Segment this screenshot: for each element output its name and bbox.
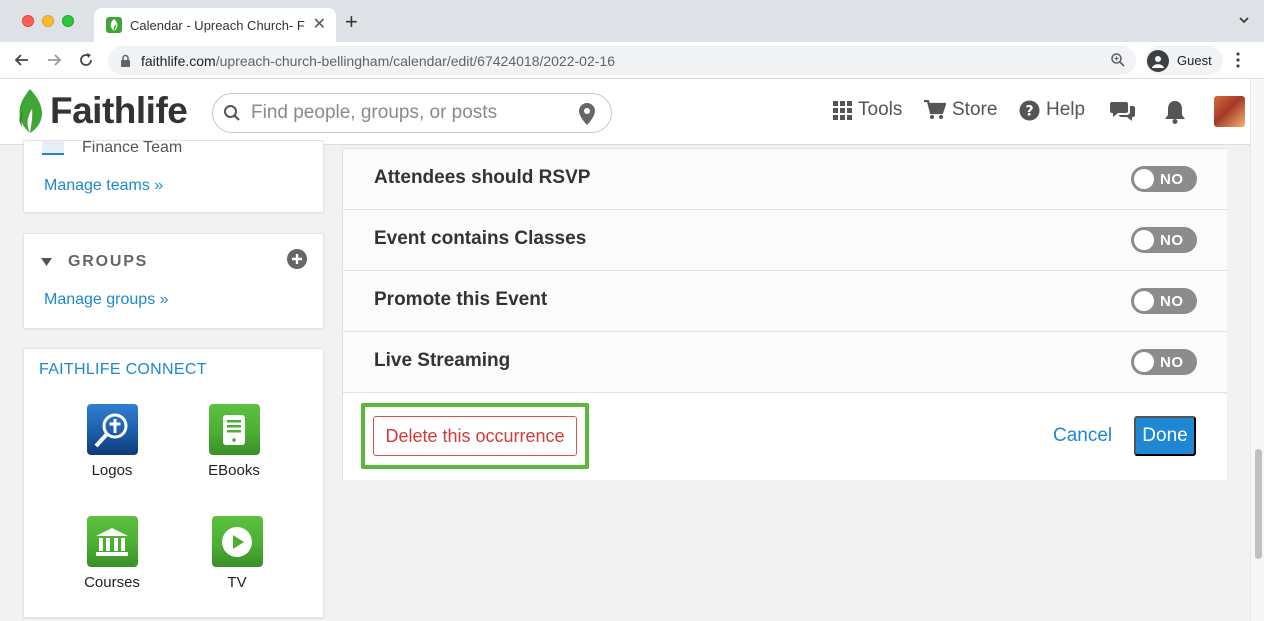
browser-tab-active[interactable]: Calendar - Upreach Church- Fa ✕	[94, 8, 336, 42]
app-courses[interactable]: Courses	[57, 516, 167, 591]
collapse-triangle-icon	[41, 258, 52, 266]
page-scrollbar[interactable]	[1250, 79, 1264, 621]
url-text: faithlife.com/upreach-church-bellingham/…	[141, 52, 615, 69]
ebooks-icon	[208, 404, 260, 455]
cart-icon	[924, 100, 946, 119]
reload-icon[interactable]	[77, 51, 95, 69]
cancel-button[interactable]: Cancel	[1053, 425, 1112, 447]
setting-label: Attendees should RSVP	[374, 167, 591, 188]
setting-row-live-streaming: Live Streaming NO	[343, 332, 1227, 393]
event-settings-panel: Attendees should RSVP NO Event contains …	[342, 148, 1227, 480]
forward-arrow-icon[interactable]	[45, 51, 63, 69]
groups-header[interactable]: GROUPS	[41, 253, 148, 271]
setting-row-promote: Promote this Event NO	[343, 271, 1227, 332]
app-logos[interactable]: Logos	[57, 404, 167, 479]
nav-store-label: Store	[952, 99, 998, 120]
new-tab-button[interactable]: +	[345, 11, 358, 33]
app-label: EBooks	[208, 462, 260, 479]
svg-text:?: ?	[1025, 103, 1033, 119]
site-header: Faithlife Tools Store ? Help	[0, 79, 1250, 145]
promote-toggle[interactable]: NO	[1131, 288, 1197, 314]
back-arrow-icon[interactable]	[13, 51, 31, 69]
location-pin-icon[interactable]	[579, 103, 595, 125]
toggle-state: NO	[1160, 231, 1184, 249]
panel-footer: Delete this occurrence Cancel Done	[343, 394, 1227, 480]
window-close-button[interactable]	[22, 15, 34, 27]
window-maximize-button[interactable]	[62, 15, 74, 27]
manage-teams-link[interactable]: Manage teams »	[44, 177, 163, 195]
toggle-state: NO	[1160, 292, 1184, 310]
logo-wordmark: Faithlife	[50, 90, 188, 131]
connect-title: FAITHLIFE CONNECT	[39, 361, 207, 378]
messages-icon[interactable]	[1110, 100, 1135, 123]
team-icon	[42, 141, 64, 155]
browser-menu-icon[interactable]	[1236, 52, 1240, 68]
faithlife-favicon-icon	[106, 17, 122, 33]
tab-title: Calendar - Upreach Church- Fa	[130, 17, 305, 33]
live-streaming-toggle[interactable]: NO	[1131, 349, 1197, 375]
setting-label: Event contains Classes	[374, 228, 587, 249]
profile-button[interactable]: Guest	[1145, 46, 1223, 75]
setting-label: Live Streaming	[374, 350, 511, 371]
faithlife-flame-icon	[19, 89, 42, 133]
app-label: TV	[227, 574, 247, 591]
toggle-knob	[1134, 291, 1154, 311]
toggle-knob	[1134, 352, 1154, 372]
delete-occurrence-button[interactable]: Delete this occurrence	[373, 416, 577, 456]
toggle-state: NO	[1160, 170, 1184, 188]
scrollbar-thumb[interactable]	[1255, 449, 1262, 559]
nav-help-label: Help	[1046, 99, 1086, 120]
tab-close-icon[interactable]: ✕	[313, 17, 326, 33]
rsvp-toggle[interactable]: NO	[1131, 166, 1197, 192]
address-bar[interactable]: faithlife.com/upreach-church-bellingham/…	[108, 46, 1136, 75]
team-item-label: Finance Team	[82, 140, 183, 156]
groups-title: GROUPS	[68, 253, 149, 270]
help-icon: ?	[1019, 100, 1040, 120]
logos-icon	[86, 404, 138, 455]
browser-tab-bar: Calendar - Upreach Church- Fa ✕ +	[0, 0, 1264, 42]
faithlife-logo[interactable]: Faithlife	[14, 87, 188, 135]
app-ebooks[interactable]: EBooks	[179, 404, 289, 479]
search-input[interactable]	[251, 102, 571, 124]
toggle-knob	[1134, 169, 1154, 189]
faithlife-connect-card: FAITHLIFE CONNECT Logos EBooks Courses T…	[23, 348, 324, 618]
setting-row-classes: Event contains Classes NO	[343, 210, 1227, 271]
nav-tools-label: Tools	[858, 99, 903, 120]
courses-icon	[86, 516, 138, 567]
notifications-bell-icon[interactable]	[1164, 100, 1186, 124]
add-group-icon[interactable]	[287, 249, 307, 269]
guest-avatar-icon	[1147, 49, 1169, 72]
search-icon	[224, 105, 240, 121]
browser-toolbar: faithlife.com/upreach-church-bellingham/…	[0, 42, 1264, 79]
team-item[interactable]: Finance Team	[42, 140, 183, 157]
window-minimize-button[interactable]	[42, 15, 54, 27]
user-avatar[interactable]	[1214, 96, 1245, 127]
manage-groups-link[interactable]: Manage groups »	[44, 291, 169, 309]
done-button[interactable]: Done	[1134, 416, 1196, 456]
profile-label: Guest	[1177, 53, 1212, 68]
app-tv[interactable]: TV	[182, 516, 292, 591]
app-label: Courses	[84, 574, 140, 591]
teams-card: Finance Team Manage teams »	[23, 140, 324, 213]
app-label: Logos	[91, 462, 133, 479]
groups-card: GROUPS Manage groups »	[23, 233, 324, 329]
setting-row-rsvp: Attendees should RSVP NO	[343, 149, 1227, 210]
nav-store[interactable]: Store	[924, 99, 997, 121]
tv-icon	[211, 516, 263, 567]
site-search	[212, 93, 612, 133]
lock-icon	[121, 54, 130, 67]
setting-label: Promote this Event	[374, 289, 548, 310]
grid-icon	[833, 100, 852, 120]
nav-tools[interactable]: Tools	[833, 99, 902, 121]
nav-help[interactable]: ? Help	[1019, 99, 1085, 121]
tab-list-chevron-icon[interactable]	[1238, 14, 1250, 26]
classes-toggle[interactable]: NO	[1131, 227, 1197, 253]
zoom-icon[interactable]	[1110, 52, 1126, 68]
toggle-state: NO	[1160, 353, 1184, 371]
toggle-knob	[1134, 230, 1154, 250]
